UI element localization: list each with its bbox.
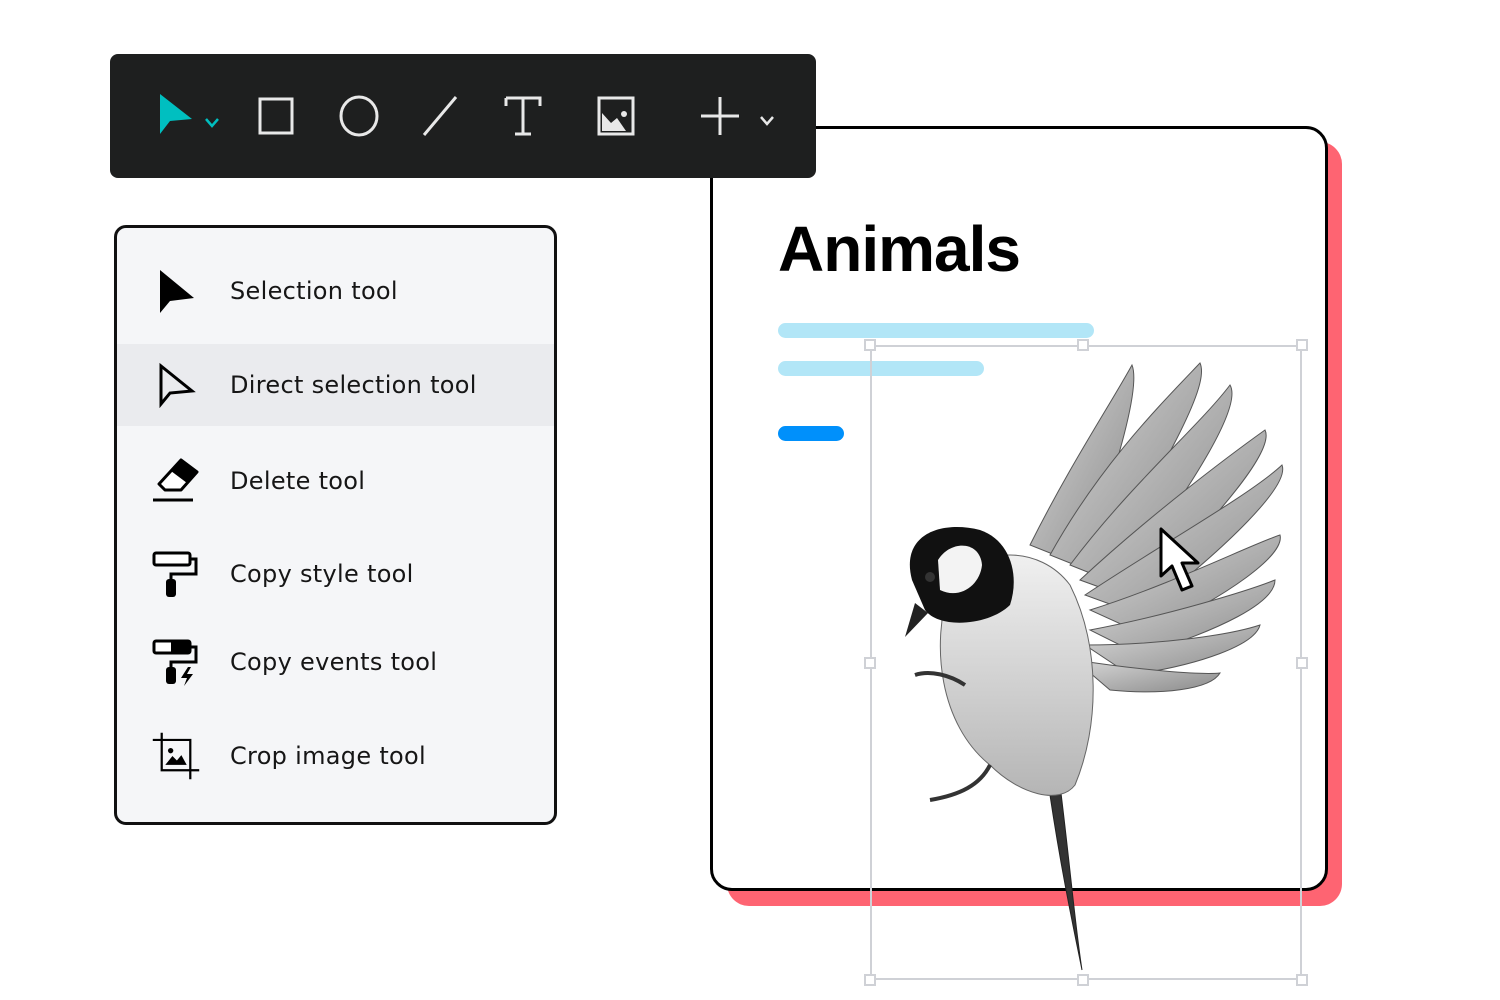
eraser-icon [151, 456, 201, 506]
menu-item-copy-events-tool[interactable]: Copy events tool [117, 621, 554, 703]
resize-handle-bottom[interactable] [1077, 974, 1089, 986]
line-icon [422, 96, 458, 136]
resize-handle-bottom-left[interactable] [864, 974, 876, 986]
resize-handle-top-right[interactable] [1296, 339, 1308, 351]
menu-item-label: Copy events tool [230, 648, 438, 676]
leg [929, 764, 992, 802]
button-placeholder[interactable] [778, 426, 844, 441]
paint-roller-bolt-icon [151, 637, 201, 687]
menu-item-label: Selection tool [230, 277, 398, 305]
tools-menu: Selection tool Direct selection tool Del… [114, 225, 557, 825]
selection-arrow-icon [151, 266, 201, 316]
menu-item-label: Copy style tool [230, 560, 414, 588]
resize-handle-top-left[interactable] [864, 339, 876, 351]
arrow-pointer-icon [160, 94, 219, 134]
resize-handle-right[interactable] [1296, 657, 1308, 669]
paint-roller-icon [151, 549, 201, 599]
text-placeholder-line [778, 323, 1094, 338]
plus-icon [701, 97, 774, 135]
tool-add[interactable] [690, 54, 790, 178]
tool-text[interactable] [503, 54, 543, 178]
tool-ellipse[interactable] [336, 54, 382, 178]
tool-rectangle[interactable] [256, 54, 296, 178]
image-icon [597, 96, 635, 136]
tool-selection[interactable] [158, 54, 228, 178]
menu-item-label: Crop image tool [230, 742, 426, 770]
direct-selection-arrow-icon [151, 360, 201, 410]
menu-item-selection-tool[interactable]: Selection tool [117, 250, 554, 332]
resize-handle-left[interactable] [864, 657, 876, 669]
ellipse-icon [339, 95, 379, 137]
tool-image[interactable] [596, 54, 636, 178]
menu-item-direct-selection-tool[interactable]: Direct selection tool [117, 344, 554, 426]
mouse-cursor-icon [1159, 527, 1200, 592]
toolbar [110, 54, 816, 178]
tool-line[interactable] [420, 54, 460, 178]
menu-item-label: Delete tool [230, 467, 366, 495]
resize-handle-top[interactable] [1077, 339, 1089, 351]
bird-image[interactable] [870, 345, 1302, 980]
menu-item-copy-style-tool[interactable]: Copy style tool [117, 533, 554, 615]
resize-handle-bottom-right[interactable] [1296, 974, 1308, 986]
menu-item-crop-image-tool[interactable]: Crop image tool [117, 715, 554, 797]
chevron-down-icon [760, 116, 774, 126]
menu-item-label: Direct selection tool [230, 371, 477, 399]
menu-item-delete-tool[interactable]: Delete tool [117, 440, 554, 522]
rectangle-icon [258, 97, 294, 135]
tail [1049, 783, 1083, 971]
text-icon [504, 96, 542, 136]
card-title: Animals [778, 213, 1021, 285]
crop-image-icon [151, 731, 201, 781]
